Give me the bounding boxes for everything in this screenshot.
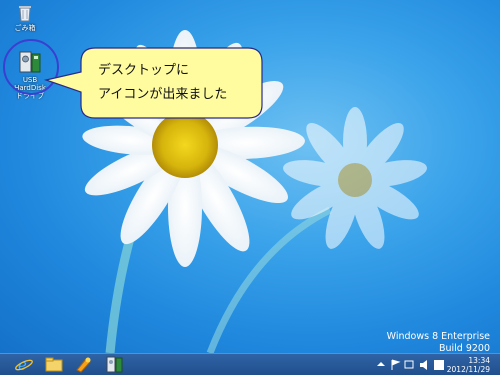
taskbar: e 13:34 2012/11/29 — [0, 353, 500, 375]
watermark-build: Build 9200 — [438, 343, 490, 353]
clock-date: 2012/11/29 — [446, 364, 490, 374]
paint-tool-icon — [76, 357, 91, 373]
show-hidden-icons-icon[interactable] — [377, 362, 385, 366]
tray-icons — [377, 359, 444, 370]
callout-line2: アイコンが出来ました — [98, 87, 228, 102]
svg-text:e: e — [18, 356, 27, 374]
usb-drive-app-icon — [106, 356, 123, 373]
callout-text: デスクトップに アイコンが出来ました — [98, 59, 248, 107]
windows-build-watermark: Windows 8 Enterprise Build 9200 — [387, 331, 490, 353]
taskbar-clock[interactable]: 13:34 2012/11/29 — [446, 356, 490, 374]
callout-line1: デスクトップに — [98, 63, 190, 78]
file-explorer-button[interactable] — [42, 355, 66, 374]
ime-icon[interactable] — [434, 360, 444, 370]
network-icon[interactable] — [404, 360, 414, 369]
internet-explorer-button[interactable]: e — [12, 355, 36, 374]
action-center-flag-icon[interactable] — [391, 359, 401, 370]
file-explorer-icon — [45, 357, 63, 372]
usb-drive-app-button[interactable] — [102, 355, 126, 374]
watermark-edition: Windows 8 Enterprise — [386, 331, 490, 342]
callout-balloon — [43, 47, 263, 119]
volume-icon[interactable] — [420, 360, 427, 370]
paint-tool-button[interactable] — [72, 355, 96, 374]
desktop[interactable]: ごみ箱 USB HardDisk ドライブ デスクトップに アイコンが出来ました… — [0, 0, 500, 353]
internet-explorer-icon: e — [15, 356, 33, 374]
